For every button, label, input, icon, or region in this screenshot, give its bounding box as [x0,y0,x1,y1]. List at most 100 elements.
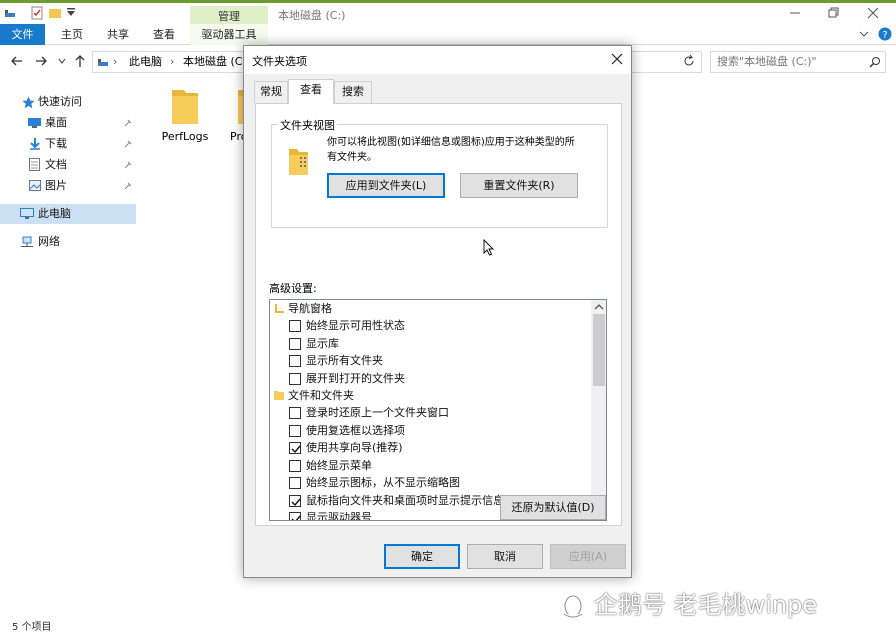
folder-options-dialog: 文件夹选项 常规 查看 搜索 文件夹视图 你可以将此视图(如详细信息或图标)应用… [243,45,632,578]
folder-views-legend: 文件夹视图 [278,117,337,133]
drive-icon [97,56,109,68]
explorer-titlebar: 管理 本地磁盘 (C:) [0,0,896,27]
refresh-icon[interactable] [682,53,696,69]
folder-name: Pro [230,130,244,143]
cancel-button[interactable]: 取消 [467,544,543,569]
watermark: 企鹅号 老毛桃winpe [560,588,890,622]
new-folder-icon[interactable] [48,6,62,20]
status-bar: 5 个项目 [12,622,52,633]
up-icon[interactable] [74,54,86,68]
nav-desktop[interactable]: 桌面 [0,113,136,133]
checkbox[interactable] [289,442,301,454]
close-window-icon[interactable] [866,6,880,20]
setting-label: 鼠标指向文件夹和桌面项时显示提示信息 [306,494,504,507]
pin-icon[interactable] [124,119,132,127]
close-dialog-icon[interactable] [611,53,623,65]
tab-file[interactable]: 文件 [0,24,45,45]
search-icon[interactable] [869,56,881,68]
setting-label: 始终显示菜单 [306,459,372,472]
advanced-settings-list[interactable]: 导航窗格 始终显示可用性状态 显示库 显示所有文件夹 展开到打开的文件夹 文件和… [269,299,607,521]
nav-documents[interactable]: 文档 [0,155,136,175]
tab-general[interactable]: 常规 [254,81,288,103]
help-icon[interactable]: ? [878,27,892,41]
picture-icon [29,180,41,191]
pin-icon[interactable] [124,140,132,148]
setting-label: 始终显示图标，从不显示缩略图 [306,476,460,489]
folder-icon [168,88,202,126]
restore-defaults-button[interactable]: 还原为默认值(D) [500,495,606,520]
reset-folders-button[interactable]: 重置文件夹(R) [460,173,578,198]
penguin-logo-icon [560,594,586,618]
setting-label: 使用共享向导(推荐) [306,441,403,454]
customize-quick-access-icon[interactable] [66,7,76,19]
setting-label: 显示库 [306,337,339,350]
restore-icon[interactable] [826,7,840,19]
checkbox[interactable] [289,477,301,489]
properties-icon[interactable] [30,6,44,20]
breadcrumb-drive[interactable]: 本地磁盘 (C:) [183,52,250,72]
nav-this-pc[interactable]: 此电脑 [0,204,136,224]
breadcrumb-separator-icon: › [113,55,118,68]
navigation-pane-icon [274,303,285,315]
tab-view[interactable]: 查看 [144,24,184,45]
computer-icon [20,208,34,220]
folder-name: PerfLogs [161,130,209,143]
checkbox[interactable] [289,355,301,367]
checkbox[interactable] [289,460,301,472]
checkbox[interactable] [289,425,301,437]
network-icon [20,236,34,248]
back-icon[interactable] [10,55,24,67]
svg-text:?: ? [882,30,887,41]
apply-to-folders-button[interactable]: 应用到文件夹(L) [327,173,445,198]
pin-icon[interactable] [124,161,132,169]
setting-label: 登录时还原上一个文件夹窗口 [306,406,449,419]
dialog-titlebar: 文件夹选项 [244,46,631,74]
breadcrumb-this-pc[interactable]: 此电脑 [129,52,162,72]
nav-quick-access[interactable]: 快速访问 [0,92,136,112]
nav-downloads[interactable]: 下载 [0,134,136,154]
navigation-pane: 快速访问 桌面 下载 文档 图片 此电脑 网络 [0,80,138,620]
expand-ribbon-icon[interactable] [858,29,870,39]
nav-pictures[interactable]: 图片 [0,176,136,196]
checkbox[interactable] [289,320,301,332]
apply-button[interactable]: 应用(A) [550,544,626,569]
scroll-up-icon[interactable] [594,303,604,311]
nav-label: 下载 [45,137,67,150]
forward-icon[interactable] [34,55,48,67]
scrollbar-thumb[interactable] [593,314,605,386]
folder-item[interactable]: PerfLogs [158,86,212,156]
minimize-icon[interactable] [788,7,802,19]
description-line: 你可以将此视图(如详细信息或图标)应用于这种类型的所 [327,137,575,148]
group-label: 文件和文件夹 [288,389,354,402]
nav-label: 文档 [45,158,67,171]
nav-network[interactable]: 网络 [0,232,136,252]
pin-icon[interactable] [124,182,132,190]
breadcrumb-separator-icon: › [170,55,175,68]
desktop-icon [28,118,41,128]
recent-locations-icon[interactable] [58,57,66,65]
ok-button[interactable]: 确定 [384,544,460,569]
search-placeholder: 搜索"本地磁盘 (C:)" [717,55,817,68]
folder-item[interactable]: Pro [224,86,244,156]
nav-label: 网络 [38,235,60,248]
search-input[interactable]: 搜索"本地磁盘 (C:)" [710,51,886,73]
tab-share[interactable]: 共享 [98,24,138,45]
checkbox[interactable] [289,512,301,520]
folder-icon [273,390,285,401]
tab-search[interactable]: 搜索 [334,81,372,103]
checkbox[interactable] [289,338,301,350]
checkbox[interactable] [289,495,301,507]
vertical-scrollbar[interactable] [591,300,606,520]
tab-home[interactable]: 主页 [52,24,92,45]
drive-icon [4,7,16,19]
checkbox[interactable] [289,373,301,385]
setting-label: 展开到打开的文件夹 [306,372,405,385]
checkbox[interactable] [289,407,301,419]
nav-label: 桌面 [45,116,67,129]
dialog-title: 文件夹选项 [252,55,307,68]
view-tab-page: 文件夹视图 你可以将此视图(如详细信息或图标)应用于这种类型的所 有文件夹。 应… [255,103,622,526]
description-line: 有文件夹。 [327,152,377,163]
nav-label: 此电脑 [38,207,71,220]
tab-drive-tools[interactable]: 驱动器工具 [190,24,268,45]
tab-view[interactable]: 查看 [288,79,334,104]
